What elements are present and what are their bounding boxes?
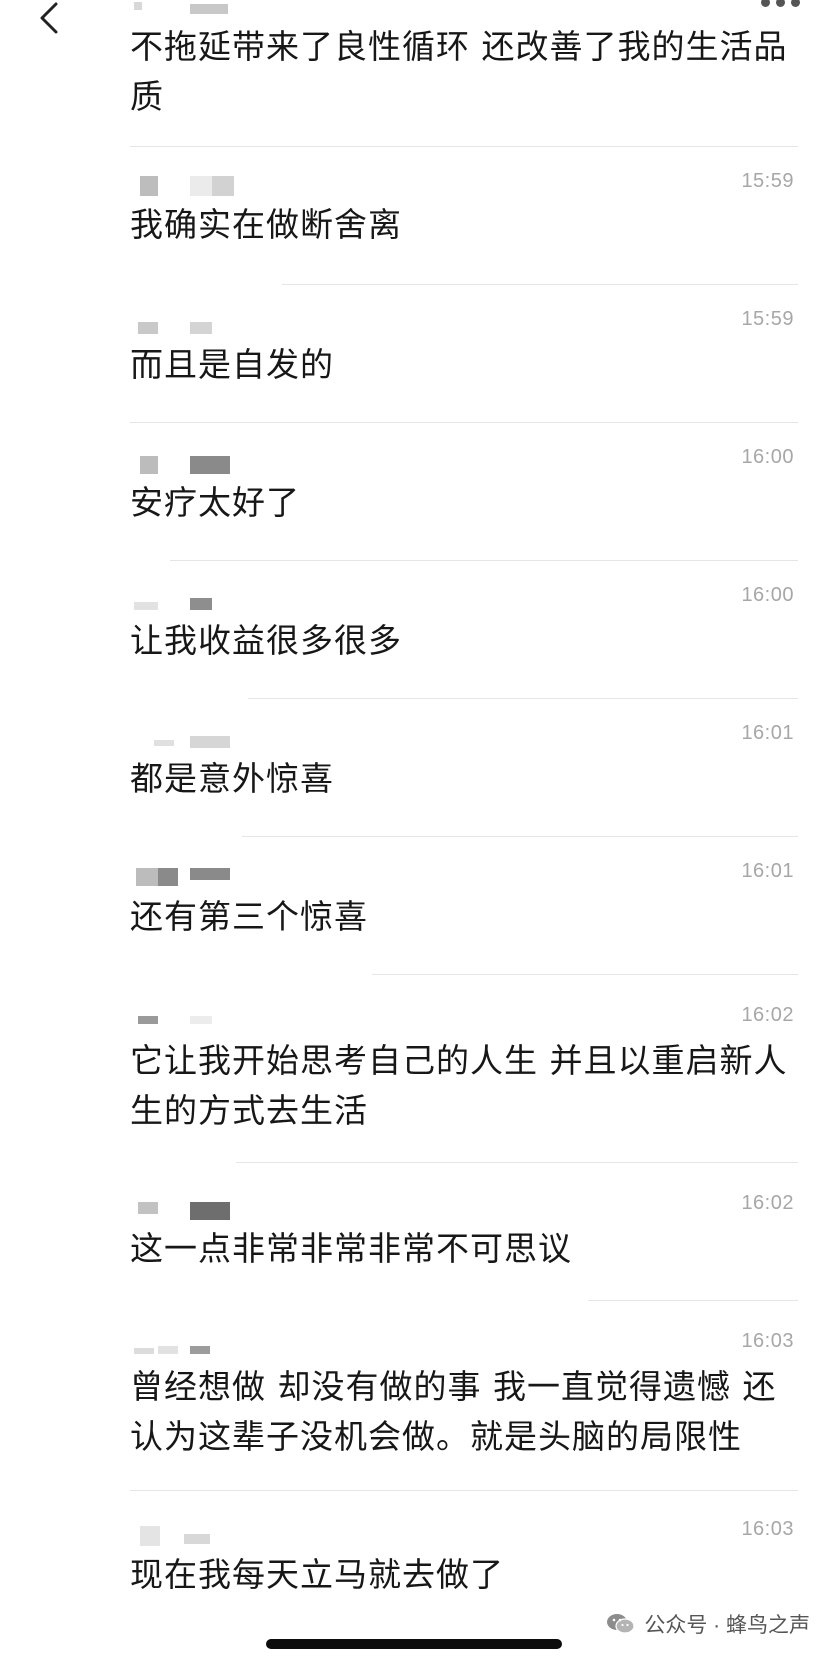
message-time: 15:59 — [741, 308, 794, 330]
sender-name-blurred — [134, 176, 244, 198]
message-time: 15:59 — [741, 170, 794, 192]
message-time: 16:01 — [741, 860, 794, 882]
message-item[interactable]: 16:01 还有第三个惊喜 — [0, 860, 828, 996]
message-time: 16:02 — [741, 1192, 794, 1214]
message-text: 现在我每天立马就去做了 — [130, 1555, 504, 1594]
sender-name-blurred — [134, 1202, 244, 1224]
message-item[interactable]: 16:01 都是意外惊喜 — [0, 722, 828, 858]
message-item[interactable]: 16:03 曾经想做 却没有做的事 我一直觉得遗憾 还认为这辈子没机会做。就是头… — [0, 1330, 828, 1486]
message-text: 曾经想做 却没有做的事 我一直觉得遗憾 还认为这辈子没机会做。就是头脑的局限性 — [130, 1367, 777, 1456]
message-item[interactable]: 15:59 而且是自发的 — [0, 308, 828, 444]
divider — [130, 422, 798, 423]
sender-name-blurred — [134, 1526, 244, 1548]
message-item[interactable]: 16:02 它让我开始思考自己的人生 并且以重启新人生的方式去生活 — [0, 1004, 828, 1160]
divider — [130, 146, 798, 147]
divider — [372, 974, 798, 975]
watermark: 公众号 · 蜂鸟之声 — [606, 1609, 810, 1639]
message-text: 这一点非常非常非常不可思议 — [130, 1229, 572, 1268]
message-text: 它让我开始思考自己的人生 并且以重启新人生的方式去生活 — [130, 1041, 788, 1130]
message-item[interactable]: 16:02 这一点非常非常非常不可思议 — [0, 1192, 828, 1328]
home-indicator[interactable] — [266, 1639, 562, 1649]
message-item[interactable]: 15:59 我确实在做断舍离 — [0, 170, 828, 306]
message-text: 让我收益很多很多 — [130, 621, 402, 660]
watermark-text: 公众号 · 蜂鸟之声 — [644, 1614, 810, 1637]
divider — [242, 836, 798, 837]
message-text: 不拖延带来了良性循环 还改善了我的生活品质 — [130, 27, 788, 116]
sender-name-blurred — [134, 1016, 244, 1038]
divider — [282, 284, 798, 285]
message-time: 16:01 — [741, 722, 794, 744]
divider — [130, 1490, 798, 1491]
message-text: 我确实在做断舍离 — [130, 205, 402, 244]
message-time: 16:00 — [741, 446, 794, 468]
message-time: 16:02 — [741, 1004, 794, 1026]
message-item[interactable]: 不拖延带来了良性循环 还改善了我的生活品质 — [0, 0, 828, 150]
sender-name-blurred — [134, 868, 244, 890]
wechat-icon — [607, 1614, 635, 1634]
message-text: 而且是自发的 — [130, 345, 334, 384]
divider — [236, 1162, 798, 1163]
divider — [588, 1300, 798, 1301]
message-time: 16:03 — [741, 1518, 794, 1540]
divider — [170, 560, 798, 561]
message-item[interactable]: 16:00 安疗太好了 — [0, 446, 828, 582]
message-time: 16:00 — [741, 584, 794, 606]
sender-name-blurred — [134, 2, 244, 24]
message-text: 都是意外惊喜 — [130, 759, 334, 798]
message-time: 16:03 — [741, 1330, 794, 1352]
message-text: 还有第三个惊喜 — [130, 897, 368, 936]
divider — [248, 698, 798, 699]
message-text: 安疗太好了 — [130, 483, 300, 522]
message-item[interactable]: 16:00 让我收益很多很多 — [0, 584, 828, 720]
sender-name-blurred — [134, 456, 244, 478]
